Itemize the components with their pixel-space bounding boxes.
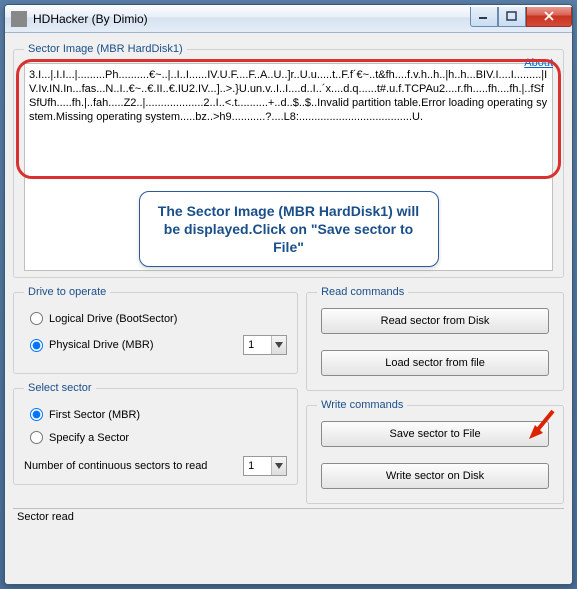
num-sectors-combo[interactable]: 1 <box>243 456 287 476</box>
minimize-button[interactable] <box>470 7 498 27</box>
app-icon <box>11 11 27 27</box>
specify-sector-label: Specify a Sector <box>49 432 129 444</box>
controls-row: Drive to operate Logical Drive (BootSect… <box>13 282 564 508</box>
sector-image-legend: Sector Image (MBR HardDisk1) <box>24 43 187 55</box>
status-bar: Sector read <box>13 508 564 528</box>
sector-image-group: Sector Image (MBR HardDisk1) About 3.I..… <box>13 43 564 278</box>
physical-drive-radio[interactable] <box>30 339 43 352</box>
about-link[interactable]: About <box>524 57 553 69</box>
physical-drive-label: Physical Drive (MBR) <box>49 339 154 351</box>
drive-group: Drive to operate Logical Drive (BootSect… <box>13 286 298 374</box>
num-sectors-label: Number of continuous sectors to read <box>24 460 243 472</box>
client-area: Sector Image (MBR HardDisk1) About 3.I..… <box>5 33 572 584</box>
logical-drive-radio[interactable] <box>30 312 43 325</box>
drive-number-combo[interactable]: 1 <box>243 335 287 355</box>
write-commands-legend: Write commands <box>317 399 407 411</box>
specify-sector-radio[interactable] <box>30 431 43 444</box>
write-commands-group: Write commands Save sector to File Write… <box>306 399 564 504</box>
drive-number-value: 1 <box>244 339 271 351</box>
first-sector-radio[interactable] <box>30 408 43 421</box>
num-sectors-value: 1 <box>244 460 271 472</box>
read-commands-legend: Read commands <box>317 286 408 298</box>
window-controls <box>470 7 572 27</box>
select-sector-group: Select sector First Sector (MBR) Specify… <box>13 382 298 485</box>
chevron-down-icon <box>271 457 286 475</box>
write-sector-button[interactable]: Write sector on Disk <box>321 463 549 489</box>
window-title: HDHacker (By Dimio) <box>33 12 470 26</box>
first-sector-label: First Sector (MBR) <box>49 409 140 421</box>
title-bar[interactable]: HDHacker (By Dimio) <box>5 5 572 33</box>
save-sector-button[interactable]: Save sector to File <box>321 421 549 447</box>
app-window: HDHacker (By Dimio) Sector Image (MBR Ha… <box>4 4 573 585</box>
close-button[interactable] <box>526 7 572 27</box>
logical-drive-label: Logical Drive (BootSector) <box>49 313 177 325</box>
select-sector-legend: Select sector <box>24 382 96 394</box>
maximize-button[interactable] <box>498 7 526 27</box>
annotation-callout: The Sector Image (MBR HardDisk1) will be… <box>139 191 439 267</box>
read-commands-group: Read commands Read sector from Disk Load… <box>306 286 564 391</box>
drive-legend: Drive to operate <box>24 286 110 298</box>
chevron-down-icon <box>271 336 286 354</box>
read-sector-button[interactable]: Read sector from Disk <box>321 308 549 334</box>
load-sector-button[interactable]: Load sector from file <box>321 350 549 376</box>
